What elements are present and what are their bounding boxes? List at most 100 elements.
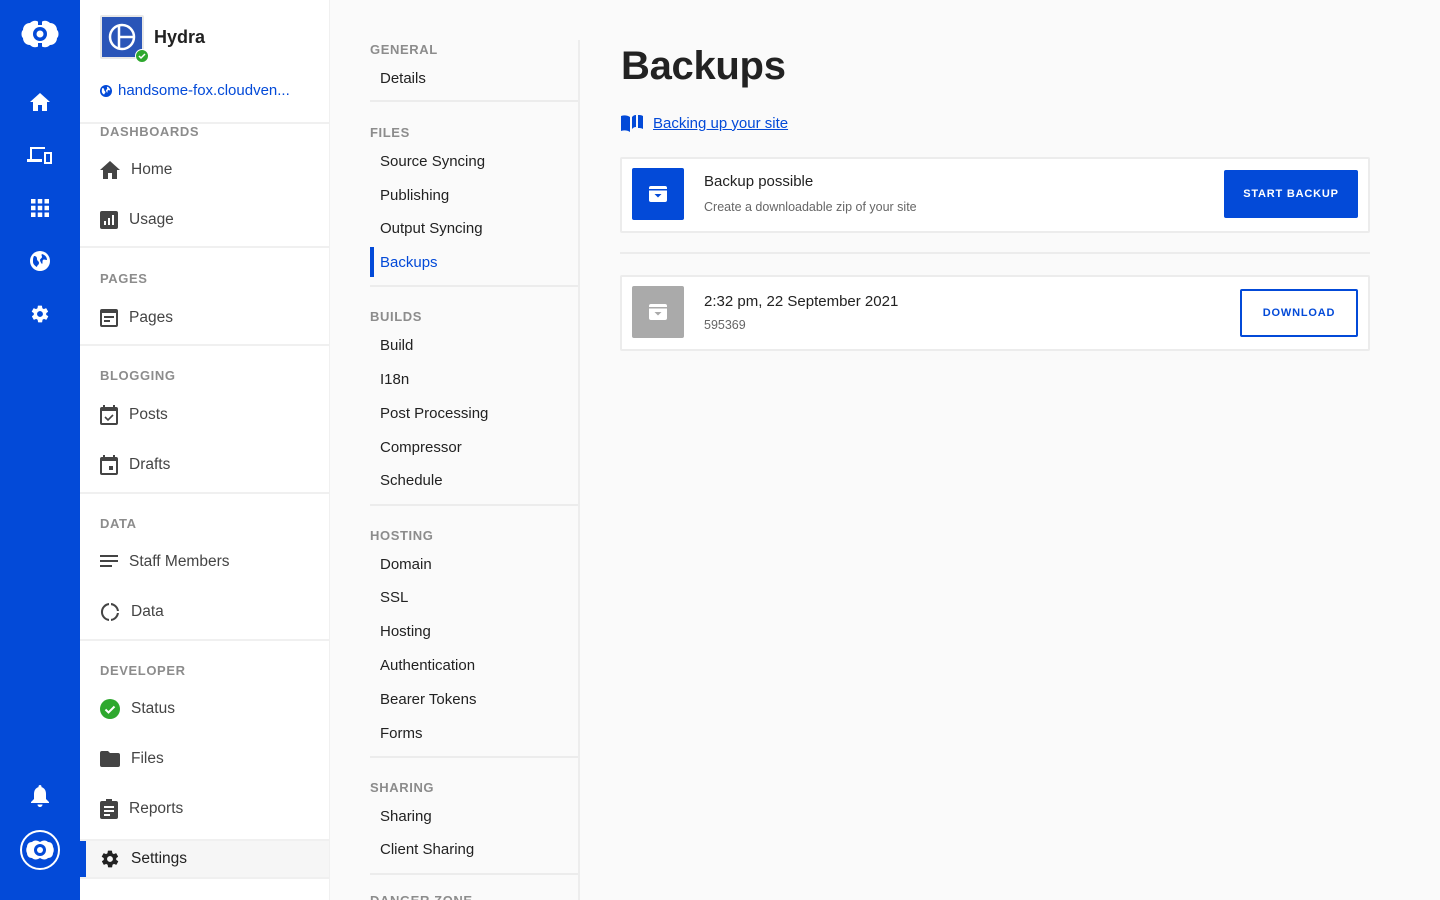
clipboard-icon	[100, 799, 118, 819]
docs-link-text: Backing up your site	[653, 115, 788, 132]
sidebar-item-label: Status	[131, 700, 175, 718]
sidebar-heading: DEVELOPER	[100, 663, 186, 678]
check-circle-icon	[100, 699, 120, 719]
sidebar-item-reports[interactable]: Reports	[100, 794, 320, 824]
sidebar-item-label: Staff Members	[129, 553, 230, 571]
settings-item-ssl[interactable]: SSL	[380, 589, 408, 606]
user-avatar-icon[interactable]	[0, 830, 80, 870]
site-status-ok-icon	[135, 49, 149, 63]
settings-nav: GENERAL Details FILES Source Syncing Pub…	[330, 0, 580, 900]
calendar-draft-icon	[100, 455, 118, 475]
sidebar-item-files[interactable]: Files	[100, 744, 320, 774]
bell-icon[interactable]	[0, 776, 80, 816]
docs-link[interactable]: Backing up your site	[621, 114, 788, 132]
site-logo-icon	[108, 23, 136, 51]
sidebar-item-posts[interactable]: Posts	[100, 400, 320, 430]
backup-possible-card: Backup possible Create a downloadable zi…	[620, 157, 1370, 233]
donut-icon	[100, 602, 120, 622]
settings-item-sharing[interactable]: Sharing	[380, 808, 432, 825]
sidebar-item-home[interactable]: Home	[100, 155, 320, 185]
sidebar-section-blogging: BLOGGING Posts Drafts	[80, 346, 329, 492]
settings-item-build[interactable]: Build	[380, 337, 413, 354]
sidebar-section-pages: PAGES Pages	[80, 248, 329, 344]
sidebar-item-pages[interactable]: Pages	[100, 303, 320, 333]
home-icon[interactable]	[0, 82, 80, 122]
settings-item-publishing[interactable]: Publishing	[380, 187, 449, 204]
settings-heading-builds: BUILDS	[370, 309, 422, 324]
site-avatar[interactable]	[100, 15, 144, 59]
settings-heading-danger-zone: DANGER ZONE	[370, 893, 473, 900]
folder-icon	[100, 751, 120, 767]
settings-heading-hosting: HOSTING	[370, 528, 433, 543]
settings-heading-general: GENERAL	[370, 42, 438, 57]
backup-row: 2:32 pm, 22 September 2021 595369 DOWNLO…	[620, 275, 1370, 351]
settings-item-client-sharing[interactable]: Client Sharing	[380, 841, 474, 858]
backup-timestamp: 2:32 pm, 22 September 2021	[704, 293, 898, 310]
main-content: Backups Backing up your site Backup poss…	[580, 0, 1440, 900]
sidebar-item-label: Posts	[129, 406, 168, 424]
gear-icon	[100, 849, 120, 869]
start-backup-button[interactable]: START BACKUP	[1224, 170, 1358, 218]
settings-heading-sharing: SHARING	[370, 780, 434, 795]
divider	[370, 504, 578, 506]
settings-item-schedule[interactable]: Schedule	[380, 472, 443, 489]
settings-item-details[interactable]: Details	[380, 70, 426, 87]
page-icon	[100, 309, 118, 327]
settings-item-forms[interactable]: Forms	[380, 725, 423, 742]
sidebar-item-status[interactable]: Status	[100, 694, 320, 724]
book-icon	[621, 114, 643, 132]
settings-item-bearer-tokens[interactable]: Bearer Tokens	[380, 691, 476, 708]
site-name: Hydra	[154, 27, 205, 48]
sidebar-heading: DASHBOARDS	[100, 124, 199, 139]
cloudcannon-logo-icon[interactable]	[0, 14, 80, 54]
devices-icon[interactable]	[0, 135, 80, 175]
apps-grid-icon[interactable]	[0, 188, 80, 228]
settings-item-output-syncing[interactable]: Output Syncing	[380, 220, 483, 237]
divider	[620, 252, 1370, 254]
sidebar-item-settings-inner[interactable]: Settings	[100, 844, 320, 874]
sidebar-heading: DATA	[100, 516, 137, 531]
sidebar-item-label: Files	[131, 750, 164, 768]
sidebar-item-staff-members[interactable]: Staff Members	[100, 547, 320, 577]
sidebar-item-label: Pages	[129, 309, 173, 327]
settings-item-hosting[interactable]: Hosting	[380, 623, 431, 640]
site-url-link[interactable]: handsome-fox.cloudven...	[100, 82, 315, 99]
settings-item-compressor[interactable]: Compressor	[380, 439, 462, 456]
list-icon	[100, 555, 118, 569]
page-title: Backups	[621, 44, 786, 89]
sidebar-item-label: Data	[131, 603, 164, 621]
settings-item-backups[interactable]: Backups	[380, 254, 438, 271]
sidebar-item-data[interactable]: Data	[100, 597, 320, 627]
active-indicator	[80, 841, 86, 877]
archive-icon	[632, 286, 684, 338]
sidebar-section-dashboards: DASHBOARDS Home Usage	[80, 124, 329, 246]
active-indicator	[370, 247, 374, 277]
download-button[interactable]: DOWNLOAD	[1240, 289, 1358, 337]
sidebar-item-label: Usage	[129, 211, 174, 229]
sidebar-heading: PAGES	[100, 271, 148, 286]
sidebar-item-settings[interactable]: Settings	[80, 841, 329, 877]
gear-icon[interactable]	[0, 294, 80, 334]
divider	[370, 873, 578, 875]
sidebar-item-drafts[interactable]: Drafts	[100, 450, 320, 480]
sidebar-item-label: Drafts	[129, 456, 170, 474]
settings-item-authentication[interactable]: Authentication	[380, 657, 475, 674]
site-url-text: handsome-fox.cloudven...	[118, 82, 290, 99]
sidebar-item-label: Home	[131, 161, 172, 179]
divider	[370, 285, 578, 287]
divider	[370, 756, 578, 758]
settings-item-domain[interactable]: Domain	[380, 556, 432, 573]
calendar-check-icon	[100, 405, 118, 425]
backup-id: 595369	[704, 318, 746, 332]
settings-item-post-processing[interactable]: Post Processing	[380, 405, 488, 422]
sidebar-section-data: DATA Staff Members Data	[80, 494, 329, 639]
globe-icon[interactable]	[0, 241, 80, 281]
sidebar-section-next	[80, 879, 329, 900]
divider	[370, 100, 578, 102]
home-icon	[100, 161, 120, 179]
settings-item-i18n[interactable]: I18n	[380, 371, 409, 388]
sidebar-section-developer: DEVELOPER Status Files Reports	[80, 641, 329, 839]
site-header: Hydra handsome-fox.cloudven...	[80, 0, 329, 122]
settings-item-source-syncing[interactable]: Source Syncing	[380, 153, 485, 170]
sidebar-item-usage[interactable]: Usage	[100, 205, 320, 235]
